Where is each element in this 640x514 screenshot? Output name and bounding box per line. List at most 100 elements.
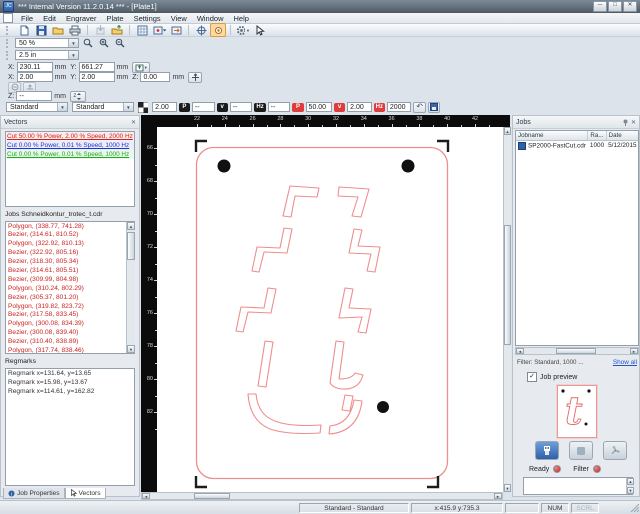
scroll-left-icon[interactable]: ◄: [516, 348, 524, 354]
scrollbar-thumb[interactable]: [127, 232, 135, 260]
menu-edit[interactable]: Edit: [38, 14, 61, 23]
pointer-tool-button[interactable]: [252, 23, 268, 37]
vector-item[interactable]: Bezier, (300.08, 839.40): [6, 329, 134, 338]
zoom-in-button[interactable]: [97, 38, 111, 49]
material-table-button[interactable]: [134, 23, 150, 37]
power-black-field[interactable]: --: [192, 102, 215, 112]
frequency-red-field[interactable]: 2000: [387, 102, 412, 112]
menu-plate[interactable]: Plate: [101, 14, 128, 23]
job-preview-thumbnail[interactable]: t: [557, 385, 597, 438]
vector-item[interactable]: Bezier, (317.58, 833.45): [6, 311, 134, 320]
scroll-down-icon[interactable]: ▼: [127, 345, 135, 353]
save-material-button[interactable]: [428, 102, 440, 113]
zoom-out-button[interactable]: [113, 38, 127, 49]
scroll-up-icon[interactable]: ▲: [504, 127, 511, 135]
position-mode-button[interactable]: [151, 23, 167, 37]
column-resolution[interactable]: Ra...: [588, 131, 606, 141]
maximize-button[interactable]: □: [608, 1, 622, 12]
grid-size-select[interactable]: 2.5 in ▼: [15, 50, 79, 60]
regmark-item[interactable]: Regmark x=131.64, y=13.65: [6, 369, 134, 378]
align-button[interactable]: [168, 23, 184, 37]
vector-item[interactable]: Polygon, (300.08, 834.39): [6, 320, 134, 329]
scroll-up-icon[interactable]: ▲: [127, 222, 135, 230]
plate-drawing[interactable]: [157, 127, 503, 492]
pin-icon[interactable]: [622, 119, 629, 126]
vector-item[interactable]: Bezier, (322.92, 805.16): [6, 249, 134, 258]
connect-usb-button[interactable]: [535, 441, 559, 460]
job-row[interactable]: SP2000-FastCut.cdr10005/12/2015: [516, 141, 639, 151]
scrollbar-thumb[interactable]: [556, 348, 596, 354]
column-date[interactable]: Date: [606, 131, 638, 141]
material-thickness-field[interactable]: 2.00: [152, 102, 177, 112]
vector-item[interactable]: Bezier, (310.40, 838.89): [6, 338, 134, 347]
canvas-horizontal-scrollbar[interactable]: ◄ ►: [141, 492, 503, 500]
chevron-down-icon[interactable]: ▼: [144, 65, 148, 70]
exhaust-button[interactable]: [603, 441, 627, 460]
cut-setting-row[interactable]: Cut 50.00 % Power, 2.00 % Speed, 2000 Hz: [6, 132, 134, 141]
chevron-down-icon[interactable]: ▼: [68, 51, 78, 59]
scrollbar-thumb[interactable]: [504, 225, 511, 345]
tab-vectors[interactable]: Vectors: [65, 488, 106, 499]
close-icon[interactable]: ✕: [631, 119, 636, 126]
scroll-right-icon[interactable]: ►: [630, 348, 638, 354]
close-button[interactable]: ✕: [623, 1, 637, 12]
vector-item[interactable]: Bezier, (314.61, 805.51): [6, 266, 134, 275]
scrollbar-thumb[interactable]: [194, 493, 230, 499]
tab-job-properties[interactable]: i Job Properties: [3, 488, 65, 499]
cut-setting-row[interactable]: Cut 0.00 % Power, 0.01 % Speed, 1000 Hz: [6, 150, 134, 159]
vector-item[interactable]: Polygon, (322.92, 810.13): [6, 240, 134, 249]
vector-list[interactable]: Polygon, (338.77, 741.28)Bezier, (314.61…: [5, 221, 135, 354]
menu-engraver[interactable]: Engraver: [61, 14, 101, 23]
vector-item[interactable]: Bezier, (314.61, 810.52): [6, 231, 134, 240]
menu-file[interactable]: File: [16, 14, 38, 23]
speed-black-field[interactable]: --: [230, 102, 253, 112]
frequency-black-field[interactable]: --: [268, 102, 291, 112]
zoom-tool-button[interactable]: [81, 38, 95, 49]
job-resolution-cell[interactable]: 1000: [588, 141, 606, 151]
menu-settings[interactable]: Settings: [129, 14, 166, 23]
vector-item[interactable]: Polygon, (338.77, 741.28): [6, 222, 134, 231]
menu-help[interactable]: Help: [229, 14, 254, 23]
scroll-up-icon[interactable]: ▲: [627, 478, 634, 485]
material-name-select[interactable]: Standard ▼: [72, 102, 134, 112]
export-button[interactable]: [109, 23, 125, 37]
menu-view[interactable]: View: [166, 14, 192, 23]
regmark-list[interactable]: Regmark x=131.64, y=13.65Regmark x=15.98…: [5, 368, 135, 486]
jobs-horizontal-scrollbar[interactable]: ◄ ►: [515, 347, 639, 355]
chevron-down-icon[interactable]: ▼: [68, 39, 78, 47]
message-box-scrollbar[interactable]: ▲ ▼: [626, 478, 634, 494]
scroll-left-icon[interactable]: ◄: [142, 493, 150, 499]
import-button[interactable]: [92, 23, 108, 37]
print-button[interactable]: [67, 23, 83, 37]
open-button[interactable]: [50, 23, 66, 37]
cut-list[interactable]: Cut 50.00 % Power, 2.00 % Speed, 2000 Hz…: [5, 131, 135, 207]
vector-item[interactable]: Polygon, (319.82, 823.72): [6, 302, 134, 311]
canvas-vertical-scrollbar[interactable]: ▲ ▼: [503, 127, 511, 492]
cut-setting-row[interactable]: Cut 0.00 % Power, 0.01 % Speed, 1000 Hz: [6, 141, 134, 150]
vector-item[interactable]: Bezier, (309.99, 804.98): [6, 275, 134, 284]
vector-item[interactable]: Polygon, (317.74, 838.46): [6, 346, 134, 354]
vector-item[interactable]: Polygon, (310.24, 802.29): [6, 284, 134, 293]
material-group-select[interactable]: Standard ▼: [6, 102, 68, 112]
close-icon[interactable]: ✕: [131, 119, 136, 126]
scroll-down-icon[interactable]: ▼: [627, 487, 634, 494]
vector-item[interactable]: Bezier, (305.37, 801.20): [6, 293, 134, 302]
resize-grip-icon[interactable]: [630, 503, 640, 513]
job-name-cell[interactable]: SP2000-FastCut.cdr: [516, 141, 588, 151]
new-plate-button[interactable]: [16, 23, 32, 37]
vector-list-scrollbar[interactable]: ▲ ▼: [126, 222, 135, 353]
undo-material-button[interactable]: ↶: [413, 102, 425, 113]
minimize-button[interactable]: ─: [593, 1, 607, 12]
job-preview-checkbox[interactable]: ✓: [527, 372, 537, 382]
stop-job-button[interactable]: [569, 441, 593, 460]
vector-item[interactable]: Bezier, (318.30, 805.34): [6, 258, 134, 267]
regmark-item[interactable]: Regmark x=15.98, y=13.67: [6, 378, 134, 387]
chevron-down-icon[interactable]: ▼: [123, 103, 133, 111]
move-laser-button[interactable]: [193, 23, 209, 37]
column-jobname[interactable]: Jobname: [516, 131, 588, 141]
scroll-right-icon[interactable]: ►: [494, 493, 502, 499]
speed-red-field[interactable]: 2.00: [347, 102, 372, 112]
jobs-table-header[interactable]: Jobname Ra... Date: [516, 131, 639, 141]
settings-caret-icon[interactable]: ▼: [246, 28, 250, 33]
material-swatch-icon[interactable]: [138, 102, 148, 113]
